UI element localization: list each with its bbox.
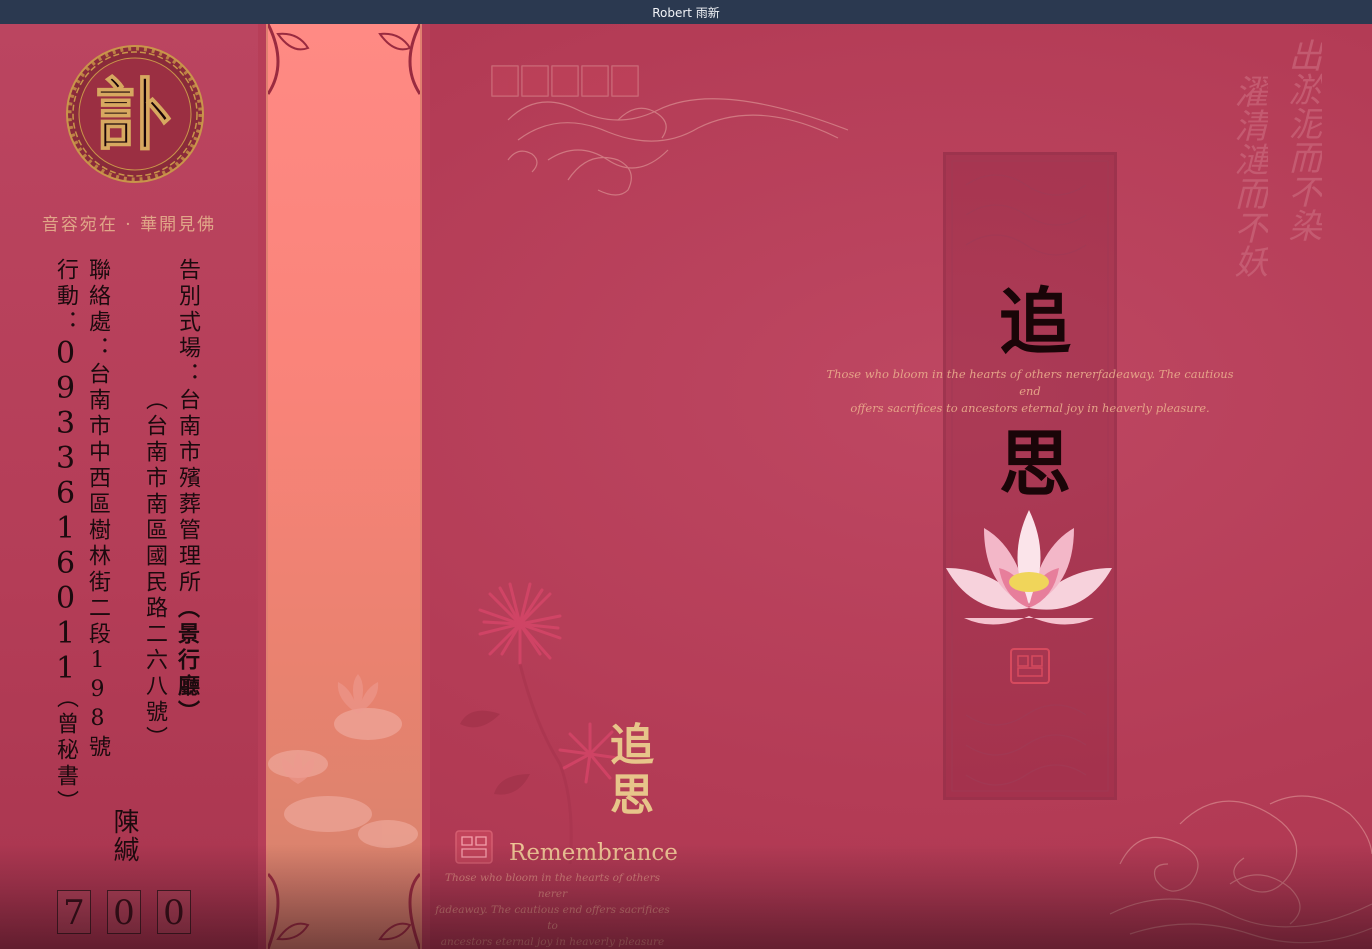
quote-line: fadeaway. The cautious end offers sacrif…	[435, 904, 670, 932]
mobile-column: 行動：0933616011（曾秘書）	[48, 258, 83, 816]
motto-text: 音容宛在 · 華開見佛	[41, 215, 217, 235]
contact-address: 台南市中西區樹林街二段198號	[85, 362, 110, 761]
quote-line: offers sacrifices to ancestors eternal j…	[850, 401, 1210, 415]
contact-label: 聯絡處：	[85, 258, 110, 362]
quote-line: ancestors eternal joy in heaverly pleasu…	[440, 936, 665, 948]
mobile-label: 行動：	[53, 258, 78, 336]
red-stamp-icon	[455, 830, 493, 864]
title-char-zhui: 追	[998, 279, 1071, 364]
small-char-zhui: 追	[610, 720, 654, 771]
signer-name: 陳緘	[109, 808, 139, 864]
pink-ribbon-band	[266, 24, 422, 949]
ceremony-hall: （景行廳）	[174, 596, 200, 726]
code-digit-box: 7	[57, 890, 91, 934]
title-char-si: 思	[998, 421, 1071, 506]
code-digit-box: 0	[107, 890, 141, 934]
fret-seal-icon: 訃	[63, 44, 207, 184]
lotus-flower-icon	[946, 510, 1112, 625]
contact-column: 聯絡處：台南市中西區樹林街二段198號	[85, 258, 110, 761]
window-titlebar: Robert 雨新	[0, 0, 1372, 24]
ceremony-address: （台南市南區國民路二六八號）	[142, 388, 167, 752]
lotus-pond-icon	[268, 24, 420, 949]
funeral-notice-card: 訃 音容宛在 · 華開見佛 告別式場：台南市殯葬管理所（景行廳） （台南市南區國…	[0, 24, 1372, 949]
remembrance-title: Remembrance	[509, 840, 678, 866]
cloud-scroll-icon	[1110, 795, 1372, 944]
ceremony-column: 告別式場：台南市殯葬管理所（景行廳）	[174, 258, 200, 726]
phoenix-ornament-icon	[491, 65, 849, 196]
poem-line-1: 出淤泥而不染	[1282, 38, 1322, 242]
window-title: Robert 雨新	[652, 5, 720, 20]
bottom-quote: Those who bloom in the hearts of others …	[430, 870, 675, 949]
quote-line: Those who bloom in the hearts of others …	[444, 872, 661, 900]
quote-line: Those who bloom in the hearts of others …	[826, 367, 1234, 398]
image-viewer[interactable]: 訃 音容宛在 · 華開見佛 告別式場：台南市殯葬管理所（景行廳） （台南市南區國…	[0, 24, 1372, 949]
small-char-si: 思	[610, 770, 654, 821]
english-quote: Those who bloom in the hearts of others …	[820, 366, 1240, 417]
notice-text-panel: 訃 音容宛在 · 華開見佛 告別式場：台南市殯葬管理所（景行廳） （台南市南區國…	[0, 24, 258, 949]
poem-line-2: 濯清漣而不妖	[1228, 74, 1268, 278]
code-digit-box: 0	[157, 890, 191, 934]
red-stamp-icon	[1010, 648, 1050, 684]
seal-character: 訃	[96, 70, 174, 161]
ceremony-label: 告別式場：	[175, 258, 200, 388]
ceremony-place: 台南市殯葬管理所	[175, 388, 200, 596]
mobile-number: 0933616011	[48, 336, 83, 686]
mobile-contact: （曾秘書）	[53, 686, 78, 816]
